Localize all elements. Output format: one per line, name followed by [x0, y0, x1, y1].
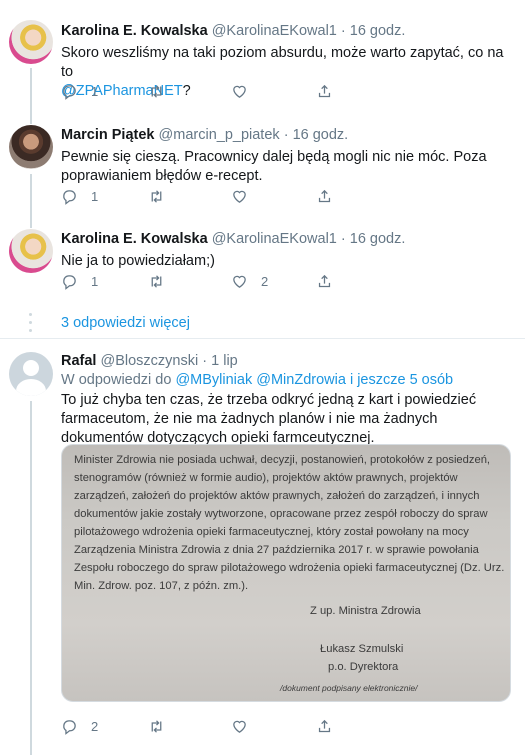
share-button[interactable] — [316, 188, 333, 205]
document-line: Zarządzenia Ministra Zdrowia z dnia 27 p… — [74, 544, 479, 556]
like-button[interactable] — [231, 188, 248, 205]
reply-icon — [63, 275, 76, 290]
reply-count: 2 — [91, 719, 99, 734]
reply-button[interactable]: 1 — [61, 83, 98, 100]
like-button[interactable] — [231, 718, 248, 735]
tweet-actions: 2 — [61, 718, 361, 736]
heart-icon — [233, 720, 246, 733]
share-icon — [318, 189, 331, 203]
document-line: stenogramów (również w formie audio), pr… — [74, 472, 458, 484]
avatar[interactable] — [9, 125, 53, 169]
author-name[interactable]: Karolina E. Kowalska — [61, 23, 208, 39]
reply-count: 1 — [91, 274, 99, 289]
thread-line — [30, 112, 32, 124]
document-text: Minister Zdrowia nie posiada uchwał, dec… — [74, 451, 505, 595]
separator-dot: · — [340, 231, 346, 247]
thread-line — [30, 401, 32, 755]
heart-icon — [233, 190, 246, 203]
retweet-button[interactable] — [148, 188, 165, 205]
tweet-actions: 1 — [61, 188, 361, 206]
like-button[interactable]: 2 — [231, 273, 268, 290]
share-button[interactable] — [316, 273, 333, 290]
heart-icon — [233, 275, 246, 288]
reply-button[interactable]: 1 — [61, 273, 98, 290]
author-name[interactable]: Rafal — [61, 353, 96, 369]
timestamp[interactable]: 16 godz. — [350, 23, 406, 39]
mention-link[interactable]: @MByliniak — [175, 372, 252, 388]
document-line: zarządzeń, założeń do projektów aktów pr… — [74, 490, 480, 502]
thread-line — [30, 218, 32, 228]
author-handle[interactable]: @Bloszczynski — [101, 353, 199, 369]
document-line: dokumentów jakie zostały wytworzone, opr… — [74, 508, 488, 520]
tweet-text-body: Skoro weszliśmy na taki poziom absurdu, … — [61, 45, 504, 80]
tweet-actions: 1 2 — [61, 273, 361, 291]
more-recipients-link[interactable]: i jeszcze 5 osób — [350, 372, 453, 388]
tweet-actions: 1 — [61, 83, 361, 101]
tweet-rafal[interactable]: Rafal @Bloszczynski · 1 lip W odpowiedzi… — [0, 339, 525, 755]
tweet-text: Nie ja to powiedziałam;) — [61, 253, 215, 269]
retweet-button[interactable] — [148, 83, 165, 100]
reply-prefix: W odpowiedzi do — [61, 372, 172, 388]
retweet-button[interactable] — [148, 718, 165, 735]
retweet-icon — [151, 85, 162, 98]
document-line: Zespołu roboczego do spraw pilotażowego … — [74, 562, 505, 574]
separator-dot: · — [202, 353, 208, 369]
avatar[interactable] — [9, 229, 53, 273]
thread-line — [30, 68, 32, 112]
author-name[interactable]: Karolina E. Kowalska — [61, 231, 208, 247]
share-icon — [318, 84, 331, 98]
avatar[interactable] — [9, 20, 53, 64]
default-avatar-body — [16, 379, 46, 396]
author-handle[interactable]: @KarolinaEKowal1 — [212, 231, 337, 247]
share-icon — [318, 274, 331, 288]
share-button[interactable] — [316, 83, 333, 100]
attached-document-image[interactable]: Minister Zdrowia nie posiada uchwał, dec… — [61, 444, 511, 702]
tweet-karolina-2[interactable]: Karolina E. Kowalska @KarolinaEKowal1 · … — [0, 218, 525, 308]
reply-button[interactable]: 1 — [61, 188, 98, 205]
document-line: pilotażowego wdrożenia opieki farmaceuty… — [74, 526, 469, 538]
retweet-icon — [151, 275, 162, 288]
timestamp[interactable]: 16 godz. — [350, 231, 406, 247]
thread-line — [30, 174, 32, 218]
retweet-icon — [151, 720, 162, 733]
reply-count: 1 — [91, 84, 99, 99]
show-more-replies-link[interactable]: 3 odpowiedzi więcej — [61, 315, 190, 331]
timestamp[interactable]: 1 lip — [211, 353, 238, 369]
share-button[interactable] — [316, 718, 333, 735]
retweet-icon — [151, 190, 162, 203]
reply-button[interactable]: 2 — [61, 718, 98, 735]
timestamp[interactable]: 16 godz. — [293, 127, 349, 143]
heart-icon — [233, 85, 246, 98]
author-name[interactable]: Marcin Piątek — [61, 127, 155, 143]
tweet-marcin[interactable]: Marcin Piątek @marcin_p_piatek · 16 godz… — [0, 112, 525, 218]
tweet-text: To już chyba ten czas, że trzeba odkryć … — [61, 392, 477, 446]
document-line: Min. Zdrow. poz. 107, z późn. zm.). — [74, 580, 249, 592]
share-icon — [318, 719, 331, 733]
document-sign-name: Łukasz Szmulski — [320, 643, 404, 655]
document-sign-title: p.o. Dyrektora — [328, 661, 399, 673]
default-avatar-head — [23, 360, 39, 376]
reply-context: W odpowiedzi do @MByliniak @MinZdrowia i… — [61, 371, 513, 390]
tweet-text: Pewnie się cieszą. Pracownicy dalej będą… — [61, 149, 487, 184]
avatar[interactable] — [9, 352, 53, 396]
like-count: 2 — [261, 274, 269, 289]
separator-dot: · — [283, 127, 289, 143]
document-sign-note: /dokument podpisany elektronicznie/ — [280, 683, 418, 693]
separator-dot: · — [340, 23, 346, 39]
reply-icon — [63, 720, 76, 735]
thread-dots — [28, 313, 34, 337]
tweet-karolina-1[interactable]: Karolina E. Kowalska @KarolinaEKowal1 · … — [0, 0, 525, 112]
document-line: Minister Zdrowia nie posiada uchwał, dec… — [74, 454, 491, 466]
like-button[interactable] — [231, 83, 248, 100]
retweet-button[interactable] — [148, 273, 165, 290]
mention-link[interactable]: @MinZdrowia — [256, 372, 346, 388]
document-sign-role: Z up. Ministra Zdrowia — [310, 605, 421, 617]
author-handle[interactable]: @KarolinaEKowal1 — [212, 23, 337, 39]
reply-icon — [63, 85, 76, 100]
reply-count: 1 — [91, 189, 99, 204]
author-handle[interactable]: @marcin_p_piatek — [159, 127, 280, 143]
reply-icon — [63, 190, 76, 205]
